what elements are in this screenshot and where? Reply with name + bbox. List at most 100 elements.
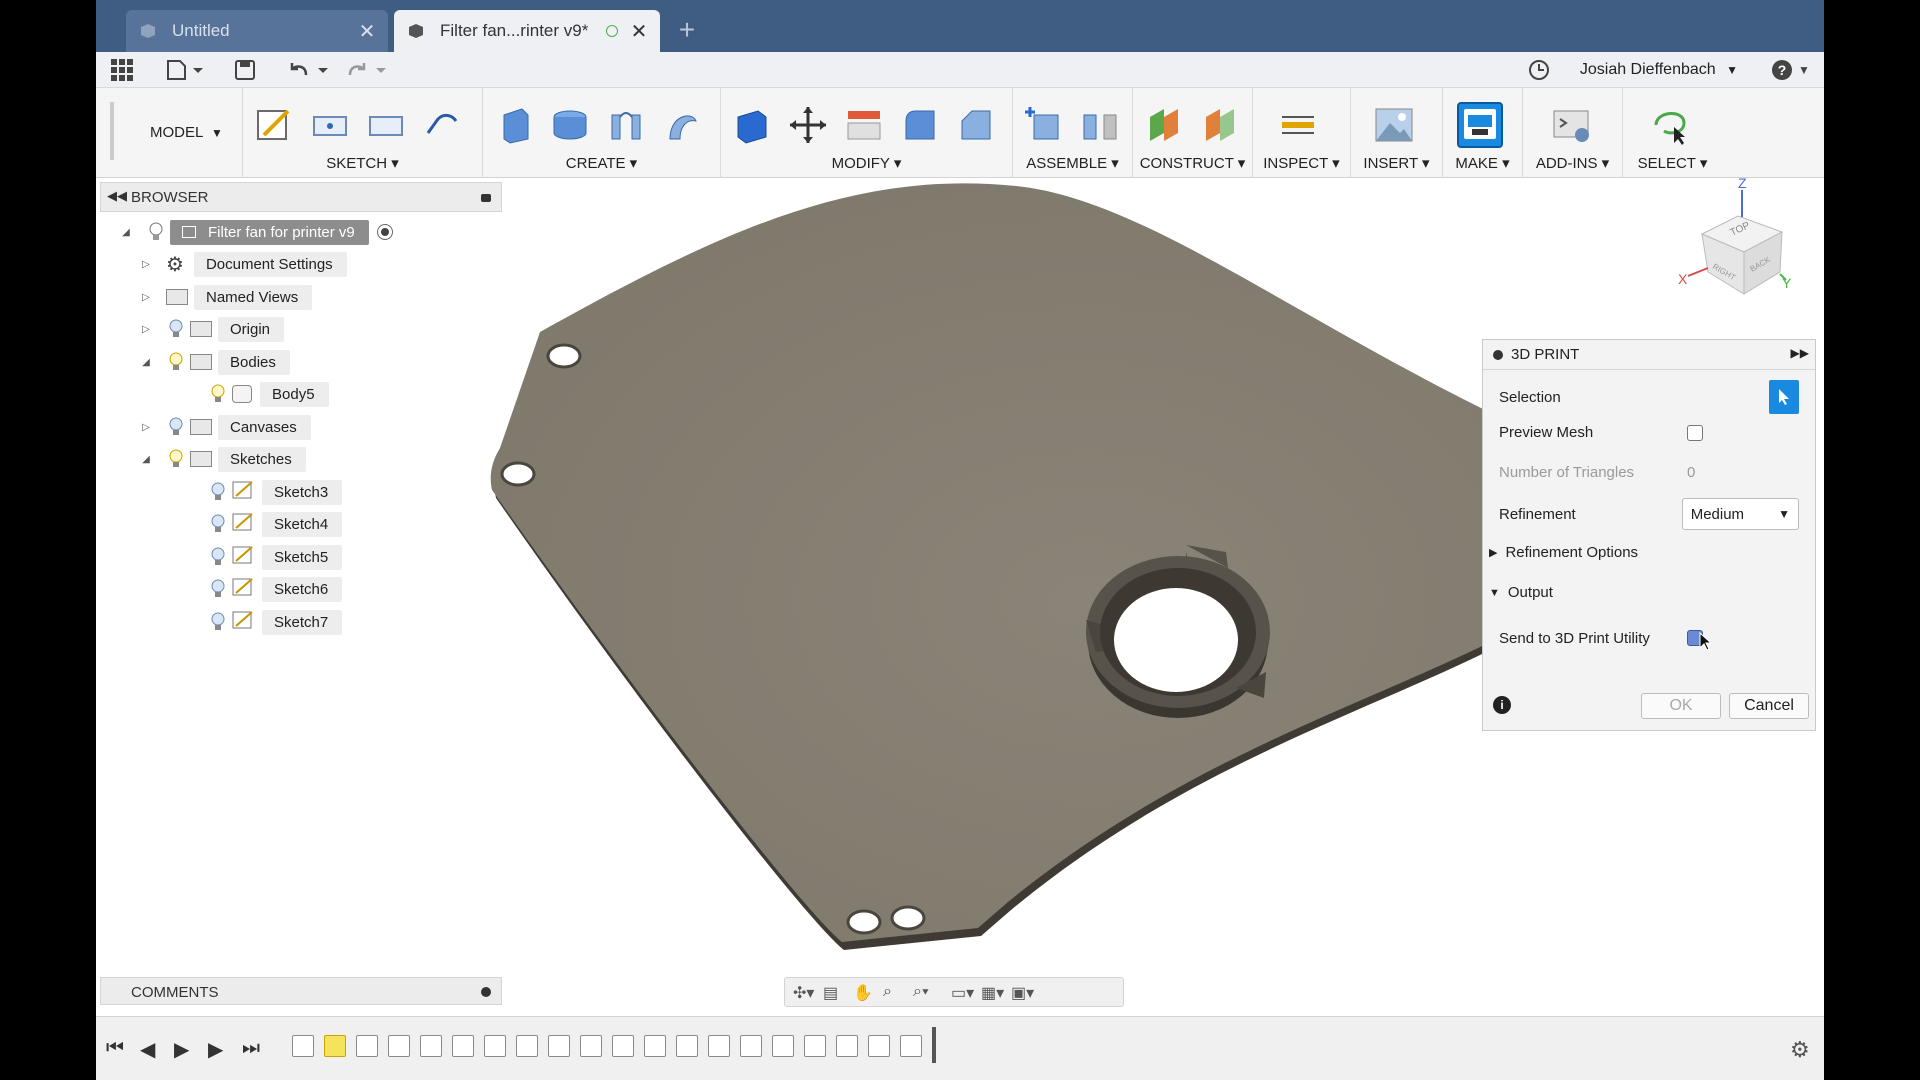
timeline-feature-fillet[interactable]: [772, 1035, 794, 1057]
close-icon[interactable]: ✕: [628, 19, 650, 44]
timeline-feature-extrude[interactable]: [644, 1035, 666, 1057]
lightbulb-icon[interactable]: [168, 352, 184, 372]
tree-item-bodies[interactable]: ◢ Bodies: [140, 348, 290, 376]
lightbulb-icon[interactable]: [168, 417, 184, 437]
tree-item-sketch7[interactable]: Sketch7: [204, 608, 343, 636]
timeline-settings-gear-icon[interactable]: ⚙: [1790, 1037, 1810, 1063]
lightbulb-icon[interactable]: [210, 547, 226, 567]
tree-item-body5[interactable]: Body5: [204, 380, 329, 408]
timeline-feature-fillet[interactable]: [740, 1035, 762, 1057]
timeline-feature-extrude[interactable]: [708, 1035, 730, 1057]
play-icon[interactable]: ▶: [174, 1037, 189, 1062]
lightbulb-icon[interactable]: [210, 514, 226, 534]
collapse-triangle-icon[interactable]: ◢: [140, 357, 152, 368]
info-icon[interactable]: i: [1493, 696, 1511, 714]
look-at-icon[interactable]: ▤: [823, 983, 845, 1002]
display-settings-icon[interactable]: ▭▾: [951, 983, 974, 1002]
ribbon-group-insert[interactable]: INSERT ▾: [1350, 88, 1442, 178]
lightbulb-icon[interactable]: [210, 612, 226, 632]
ribbon-group-create[interactable]: CREATE ▾: [482, 88, 720, 178]
tree-item-document-settings[interactable]: ▷ ⚙ Document Settings: [140, 250, 347, 278]
tree-root[interactable]: ◢ Filter fan for printer v9: [120, 218, 393, 246]
timeline-feature-canvas[interactable]: [292, 1035, 314, 1057]
orbit-icon[interactable]: ✣▾: [793, 983, 815, 1002]
ribbon-grip[interactable]: [110, 102, 114, 160]
timeline-feature-chamfer[interactable]: [900, 1035, 922, 1057]
revolve-icon[interactable]: [547, 102, 593, 148]
ribbon-group-sketch[interactable]: SKETCH ▾: [242, 88, 482, 178]
view-cube[interactable]: Z TOP RIGHT BACK X Y: [1672, 175, 1792, 306]
timeline-feature-sketch[interactable]: [516, 1035, 538, 1057]
sweep-icon[interactable]: [603, 102, 649, 148]
tree-item-named-views[interactable]: ▷ Named Views: [140, 283, 313, 311]
new-component-icon[interactable]: [1021, 102, 1067, 148]
step-back-icon[interactable]: ◀: [140, 1037, 155, 1062]
timeline-feature-sketch[interactable]: [580, 1035, 602, 1057]
timeline-feature-sketch[interactable]: [676, 1035, 698, 1057]
chamfer-icon[interactable]: [953, 102, 999, 148]
collapse-triangle-icon[interactable]: ▼: [1489, 587, 1500, 599]
tree-item-sketch5[interactable]: Sketch5: [204, 543, 343, 571]
workspace-selector[interactable]: MODEL ▼: [150, 124, 223, 141]
expand-triangle-icon[interactable]: ▷: [140, 292, 152, 303]
job-status-clock-icon[interactable]: [1528, 58, 1550, 82]
pan-hand-icon[interactable]: ✋: [853, 983, 875, 1002]
timeline-feature-extrude[interactable]: [388, 1035, 410, 1057]
press-pull-icon[interactable]: [729, 102, 775, 148]
fillet-icon[interactable]: [897, 102, 943, 148]
lightbulb-icon[interactable]: [168, 449, 184, 469]
create-sketch-icon[interactable]: [251, 102, 297, 148]
expand-triangle-icon[interactable]: ▷: [140, 324, 152, 335]
tree-item-sketch6[interactable]: Sketch6: [204, 575, 343, 603]
collapse-triangle-icon[interactable]: ◢: [120, 227, 132, 238]
tree-item-origin[interactable]: ▷ Origin: [140, 315, 285, 343]
extrude-icon[interactable]: [491, 102, 537, 148]
tree-item-sketches[interactable]: ◢ Sketches: [140, 445, 306, 473]
redo-icon[interactable]: [346, 58, 388, 82]
tab-filter-fan[interactable]: Filter fan...rinter v9* ✕: [394, 10, 660, 52]
3d-print-icon[interactable]: [1457, 102, 1503, 148]
undo-icon[interactable]: [288, 58, 330, 82]
timeline-feature-extrude[interactable]: [420, 1035, 442, 1057]
collapse-triangle-icon[interactable]: ◢: [140, 454, 152, 465]
fit-zoom-icon[interactable]: ⌕▾: [913, 983, 935, 1001]
timeline-feature-extrude[interactable]: [484, 1035, 506, 1057]
user-account-menu[interactable]: Josiah Dieffenbach ▼: [1580, 61, 1738, 79]
offset-plane-icon[interactable]: [1141, 102, 1187, 148]
tab-untitled[interactable]: Untitled ✕: [126, 10, 388, 52]
timeline-feature-sketch[interactable]: [356, 1035, 378, 1057]
ok-button[interactable]: OK: [1641, 693, 1721, 719]
dialog-header[interactable]: 3D PRINT ▶▶: [1483, 340, 1815, 370]
timeline-feature-chamfer[interactable]: [868, 1035, 890, 1057]
collapse-left-icon[interactable]: ◀◀: [107, 188, 127, 204]
timeline-feature-sketch[interactable]: [452, 1035, 474, 1057]
help-menu[interactable]: ? ▼: [1772, 58, 1810, 82]
lightbulb-icon[interactable]: [210, 579, 226, 599]
save-icon[interactable]: [234, 58, 256, 82]
expand-triangle-icon[interactable]: ▷: [140, 259, 152, 270]
insert-image-icon[interactable]: [1371, 102, 1417, 148]
output-group[interactable]: ▼ Output: [1489, 584, 1553, 601]
minimize-icon[interactable]: [1493, 349, 1503, 360]
cancel-button[interactable]: Cancel: [1729, 693, 1809, 719]
measure-icon[interactable]: [1275, 102, 1321, 148]
loft-icon[interactable]: [659, 102, 705, 148]
ribbon-group-inspect[interactable]: INSPECT ▾: [1252, 88, 1350, 178]
rectangle-icon[interactable]: [363, 102, 409, 148]
timeline-feature-extrude[interactable]: [612, 1035, 634, 1057]
timeline-feature-fillet[interactable]: [804, 1035, 826, 1057]
timeline-feature-canvas-selected[interactable]: [324, 1035, 346, 1057]
activate-radio-icon[interactable]: [376, 224, 393, 240]
joint-icon[interactable]: [1077, 102, 1123, 148]
apps-grid-icon[interactable]: [110, 58, 134, 82]
ribbon-group-add-ins[interactable]: ADD-INS ▾: [1522, 88, 1622, 178]
new-tab-button[interactable]: +: [672, 16, 702, 46]
go-to-end-icon[interactable]: ⏭: [242, 1037, 260, 1060]
ribbon-group-construct[interactable]: CONSTRUCT ▾: [1132, 88, 1252, 178]
move-copy-icon[interactable]: [785, 102, 831, 148]
ribbon-group-assemble[interactable]: ASSEMBLE ▾: [1012, 88, 1132, 178]
lightbulb-icon[interactable]: [168, 319, 184, 339]
grid-settings-icon[interactable]: ▦▾: [981, 983, 1004, 1002]
select-lasso-icon[interactable]: [1647, 102, 1693, 148]
refinement-select[interactable]: Medium ▼: [1681, 498, 1799, 530]
